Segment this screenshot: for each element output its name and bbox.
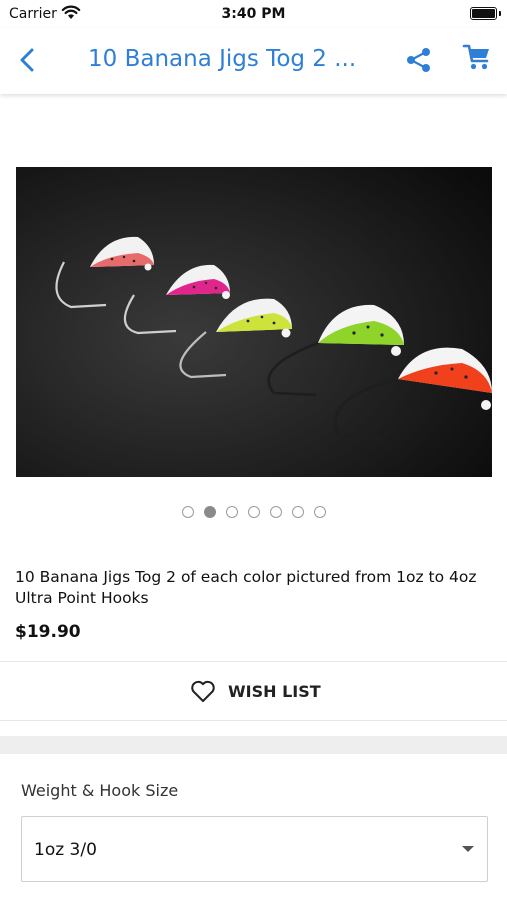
share-icon[interactable] [405,46,433,74]
navigation-bar: 10 Banana Jigs Tog 2 ... [0,28,507,94]
carousel-dot[interactable] [203,506,216,518]
section-divider [0,736,507,754]
carousel-dot[interactable] [181,506,194,518]
product-photo [16,167,492,477]
caret-down-icon [462,846,474,852]
carousel-dot[interactable] [247,506,260,518]
page-title: 10 Banana Jigs Tog 2 ... [88,46,357,72]
heart-outline-icon [191,680,215,702]
carousel-dot[interactable] [291,506,304,518]
carousel-dot[interactable] [313,506,326,518]
status-time: 3:40 PM [221,6,286,22]
product-image-carousel[interactable] [16,167,492,477]
carousel-page-indicator [0,506,507,520]
weight-hook-size-select[interactable]: 1oz 3/0 [21,816,488,882]
cart-icon[interactable] [462,42,492,72]
wish-list-button[interactable]: WISH LIST [0,661,507,721]
selected-option-value: 1oz 3/0 [34,840,97,860]
status-bar: Carrier 3:40 PM [0,0,507,28]
battery-tip [499,11,501,16]
back-chevron-icon[interactable] [14,45,42,75]
option-label: Weight & Hook Size [21,781,179,800]
wish-list-label: WISH LIST [228,682,321,701]
carousel-dot[interactable] [225,506,238,518]
product-price: $19.90 [15,622,81,642]
carousel-dot[interactable] [269,506,282,518]
product-title: 10 Banana Jigs Tog 2 of each color pictu… [15,568,477,607]
battery-icon [470,7,497,20]
